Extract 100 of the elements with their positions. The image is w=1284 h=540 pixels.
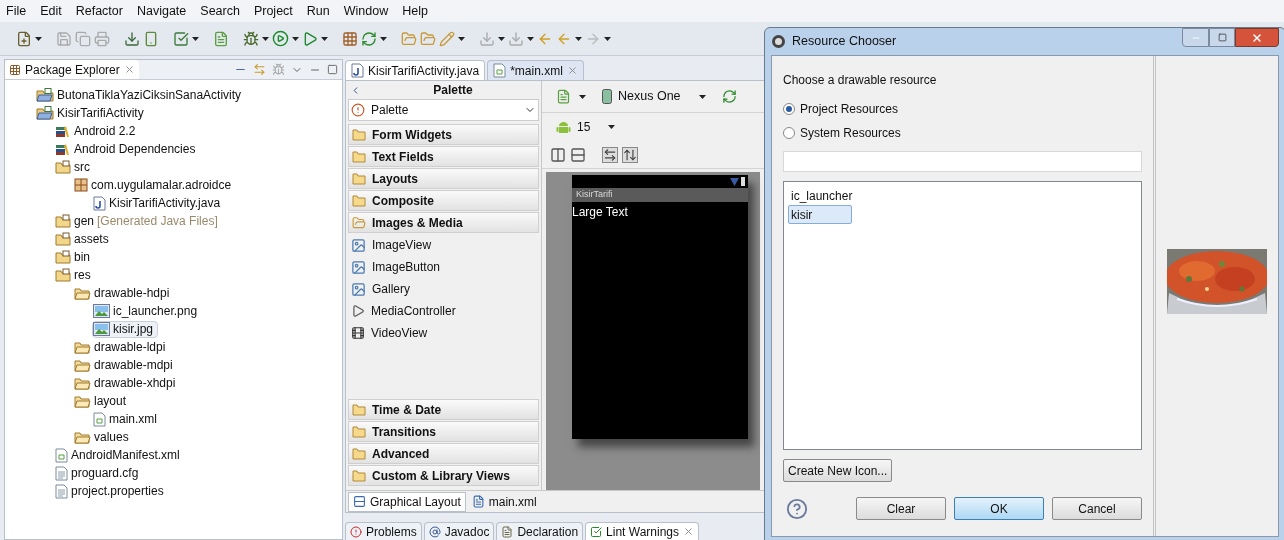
tree-item[interactable]: assets: [54, 230, 114, 248]
palette-category[interactable]: Form Widgets: [348, 124, 539, 145]
maximize-button[interactable]: [1209, 28, 1235, 47]
help-icon[interactable]: [786, 497, 808, 520]
minimize-button[interactable]: [1182, 28, 1209, 47]
api-dropdown[interactable]: 15: [556, 118, 616, 136]
rotate-icon[interactable]: [721, 89, 737, 104]
download-icon[interactable]: [124, 30, 140, 47]
panel-tab[interactable]: Problems: [345, 522, 422, 540]
refresh-icon[interactable]: [361, 30, 377, 47]
dialog-button[interactable]: OK: [954, 497, 1044, 520]
layout-file-icon[interactable]: [556, 89, 571, 104]
tree-item[interactable]: src: [54, 158, 95, 176]
tree-item[interactable]: KisirTarifiActivity: [35, 104, 149, 122]
tree-item[interactable]: Android 2.2: [54, 122, 141, 140]
tree-item[interactable]: drawable-hdpi: [73, 284, 175, 302]
create-new-icon-button[interactable]: Create New Icon...: [783, 459, 893, 482]
tree-item[interactable]: ButonaTiklaYaziCiksinSanaActivity: [35, 86, 247, 104]
caret-icon[interactable]: [698, 94, 706, 99]
menu-item[interactable]: Project: [253, 1, 293, 21]
radio-option[interactable]: Project Resources: [783, 97, 899, 121]
close-icon[interactable]: [123, 64, 135, 75]
palette-category[interactable]: Time & Date: [348, 399, 539, 420]
checkbox-icon[interactable]: [173, 30, 189, 47]
tree-item[interactable]: KisirTarifiActivity.java: [92, 194, 226, 212]
editor-mode-tab[interactable]: main.xml: [467, 491, 541, 512]
close-button[interactable]: [1235, 28, 1279, 47]
tree-item[interactable]: layout: [73, 392, 132, 410]
maximize-icon[interactable]: [327, 64, 338, 75]
tree-item[interactable]: drawable-xhdpi: [73, 374, 181, 392]
caret-icon[interactable]: [575, 36, 582, 41]
close-icon[interactable]: [566, 65, 578, 76]
caret-icon[interactable]: [380, 36, 387, 41]
editor-tab[interactable]: *main.xml: [487, 60, 584, 80]
tree-item[interactable]: main.xml: [92, 410, 162, 428]
list-item[interactable]: kisir: [788, 205, 852, 224]
caret-icon[interactable]: [604, 36, 611, 41]
tree-item[interactable]: ic_launcher.png: [92, 302, 203, 320]
resource-list[interactable]: ic_launcher kisir: [783, 181, 1142, 450]
dialog-button[interactable]: Clear: [856, 497, 946, 520]
tree-item[interactable]: project.properties: [54, 482, 169, 500]
tree-item[interactable]: gen [Generated Java Files]: [54, 212, 223, 230]
menu-item[interactable]: Window: [343, 1, 389, 21]
radio-button[interactable]: [783, 103, 795, 115]
filter-field[interactable]: [783, 151, 1142, 172]
tree-item[interactable]: drawable-mdpi: [73, 356, 178, 374]
menu-item[interactable]: Run: [306, 1, 330, 21]
palette-item[interactable]: ImageView: [348, 234, 539, 256]
menu-item[interactable]: Search: [200, 1, 240, 21]
caret-icon[interactable]: [498, 36, 505, 41]
caret-icon[interactable]: [35, 36, 42, 41]
device-dropdown[interactable]: Nexus One: [602, 87, 706, 106]
panel-tab[interactable]: Lint Warnings: [585, 522, 699, 540]
caret-icon[interactable]: [192, 36, 199, 41]
caret-icon[interactable]: [608, 125, 616, 129]
editor-tab[interactable]: KisirTarifiActivity.java: [345, 60, 486, 80]
palette-category[interactable]: Advanced: [348, 443, 539, 464]
tree-item[interactable]: drawable-ldpi: [73, 338, 171, 356]
print-icon[interactable]: [94, 30, 110, 47]
palette-category[interactable]: Images & Media: [348, 212, 539, 233]
fill-height-icon[interactable]: [622, 146, 638, 163]
close-icon[interactable]: [683, 526, 694, 537]
menu-item[interactable]: Edit: [40, 1, 62, 21]
palette-category[interactable]: Layouts: [348, 168, 539, 189]
palette-item[interactable]: VideoView: [348, 322, 539, 344]
menu-item[interactable]: Refactor: [75, 1, 123, 21]
open-folder-icon[interactable]: [420, 30, 436, 47]
palette-category[interactable]: Text Fields: [348, 146, 539, 167]
caret-icon[interactable]: [321, 36, 328, 41]
caret-icon[interactable]: [292, 36, 299, 41]
caret-icon[interactable]: [527, 36, 534, 41]
link-editor-icon[interactable]: [253, 63, 266, 76]
menu-item[interactable]: File: [6, 1, 27, 21]
tree-item[interactable]: values: [73, 428, 134, 446]
palette-category[interactable]: Custom & Library Views: [348, 465, 539, 486]
list-item[interactable]: ic_launcher: [788, 186, 856, 205]
caret-icon[interactable]: [458, 36, 465, 41]
tree-item[interactable]: kisir.jpg: [92, 320, 158, 338]
columns-icon[interactable]: [550, 146, 566, 163]
run-external-icon[interactable]: [302, 30, 318, 47]
package-grid-icon[interactable]: [342, 30, 358, 47]
radio-button[interactable]: [783, 127, 795, 139]
tree-item[interactable]: bin: [54, 248, 95, 266]
tree-item[interactable]: Android Dependencies: [54, 140, 201, 158]
palette-selector[interactable]: Palette: [348, 99, 539, 121]
palette-category[interactable]: Transitions: [348, 421, 539, 442]
palette-item[interactable]: Gallery: [348, 278, 539, 300]
save-icon[interactable]: [56, 30, 72, 47]
radio-option[interactable]: System Resources: [783, 121, 901, 145]
palette-item[interactable]: ImageButton: [348, 256, 539, 278]
dialog-button[interactable]: Cancel: [1052, 497, 1142, 520]
menu-item[interactable]: Help: [402, 1, 428, 21]
tree-item[interactable]: res: [54, 266, 96, 284]
caret-icon[interactable]: [579, 94, 586, 99]
run-icon[interactable]: [272, 30, 289, 47]
new-xml-file-icon[interactable]: [213, 30, 229, 47]
view-tab[interactable]: Package Explorer: [5, 60, 139, 79]
palette-item[interactable]: MediaController: [348, 300, 539, 322]
open-folder-icon[interactable]: [401, 30, 417, 47]
menu-item[interactable]: Navigate: [136, 1, 187, 21]
